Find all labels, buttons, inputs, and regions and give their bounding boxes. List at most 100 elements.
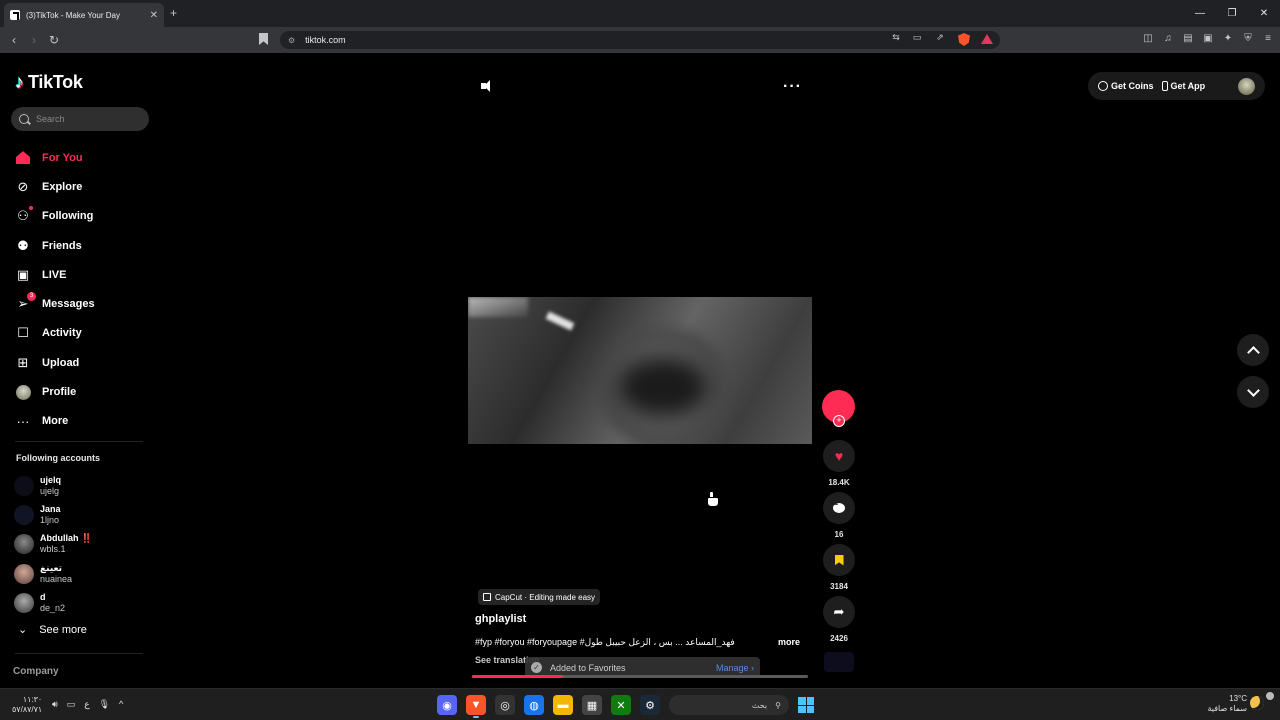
chevron-up-icon [1246, 345, 1260, 359]
avatar [14, 534, 34, 555]
brave-browser-icon[interactable]: ▼ [466, 695, 486, 718]
sidebar-item-live[interactable]: ▣ LIVE [15, 260, 155, 289]
discord-icon[interactable]: ◉ [437, 695, 457, 715]
microphone-icon[interactable]: 🎙︎ [99, 699, 110, 710]
video-player[interactable] [468, 297, 812, 444]
sidebar-item-more[interactable]: ··· More [15, 407, 155, 436]
speaker-icon[interactable]: 🔊︎ [52, 699, 58, 710]
company-link[interactable]: Company [13, 666, 59, 677]
obs-icon[interactable]: ◎ [495, 695, 515, 715]
like-action[interactable]: ♥ 18.4K [823, 440, 855, 487]
following-account-item[interactable]: d de_n2 [14, 588, 92, 617]
media-icon[interactable]: ♫ [1162, 33, 1174, 45]
sidebar-item-profile[interactable]: Profile [15, 377, 155, 406]
tiktok-logo[interactable]: ♪ TikTok [15, 72, 83, 93]
sidebar-item-label: Profile [42, 386, 77, 399]
windows-start-icon[interactable] [798, 697, 814, 713]
video-progress-bar[interactable] [472, 675, 808, 678]
share-action[interactable]: ➦ 2426 [823, 596, 855, 643]
cast-icon[interactable]: ▭ [910, 32, 924, 43]
volume-icon[interactable] [481, 79, 495, 93]
site-info-icon[interactable]: ⚙ [288, 36, 295, 45]
back-icon[interactable]: ‹ [6, 32, 22, 48]
translate-icon[interactable]: ⇆ [889, 32, 903, 43]
sidebar-item-explore[interactable]: ⊘ Explore [15, 172, 155, 201]
browser-tab[interactable]: (3)TikTok - Make Your Day ✕ [4, 3, 164, 27]
steam-icon[interactable]: ⚙ [640, 695, 660, 715]
xbox-icon[interactable]: ✕ [611, 695, 631, 715]
bookmark-icon [834, 554, 844, 566]
following-account-item[interactable]: Abdullah ‼️ wbls.1 [14, 530, 92, 559]
file-explorer-icon[interactable]: ▬ [553, 695, 573, 715]
capcut-anchor[interactable]: CapCut · Editing made easy [478, 589, 601, 605]
network-icon[interactable]: ▭ [67, 699, 76, 710]
taskbar-search[interactable]: بحث ⚲ [669, 695, 789, 715]
capcut-icon [483, 593, 491, 601]
new-tab-button[interactable]: + [170, 6, 177, 20]
avatar [14, 592, 34, 613]
account-name: تعينغ [40, 562, 62, 573]
sidebar-item-friends[interactable]: ⚉ Friends [15, 231, 155, 260]
previous-video-button[interactable] [1237, 334, 1269, 366]
video-author[interactable]: ghplaylist [475, 613, 526, 625]
messages-badge: 3 [27, 292, 36, 302]
leo-ai-icon[interactable]: ✦ [1222, 33, 1234, 45]
forward-icon[interactable]: › [26, 32, 42, 48]
window-controls: — ❐ ✕ [1184, 0, 1280, 27]
sidebar-item-following[interactable]: ⚇ Following [15, 202, 155, 231]
sidebar-item-label: Activity [42, 327, 82, 340]
menu-icon[interactable]: ≡ [1262, 33, 1274, 45]
screenshot-icon[interactable]: ◫ [1142, 33, 1154, 45]
bookmark-icon[interactable] [259, 33, 268, 45]
vpn-icon[interactable]: ⛨ [1242, 33, 1254, 45]
search-input[interactable] [36, 114, 136, 124]
following-account-item[interactable]: Jana 1ljno [14, 500, 92, 529]
sidebar-item-activity[interactable]: ☐ Activity [15, 319, 155, 348]
following-account-item[interactable]: تعينغ nuainea [14, 559, 92, 588]
input-language[interactable]: ع [84, 699, 89, 710]
taskbar-apps: ◉ ▼ ◎ ◍ ▬ ▦ ✕ ⚙ بحث ⚲ [437, 695, 814, 718]
heart-icon: ♥ [834, 448, 844, 464]
following-account-item[interactable]: ujelq ujelg [14, 471, 92, 500]
video-progress-fill [472, 675, 563, 678]
toast-manage-link[interactable]: Manage › [716, 663, 754, 673]
minimize-icon[interactable]: — [1184, 0, 1216, 27]
save-action[interactable]: 3184 [823, 544, 855, 591]
window-close-icon[interactable]: ✕ [1248, 0, 1280, 27]
search-box[interactable] [11, 107, 149, 131]
microsoft-store-icon[interactable]: ▦ [582, 695, 602, 715]
description-more-button[interactable]: more [778, 637, 800, 647]
check-icon: ✓ [531, 662, 542, 673]
share-icon[interactable]: ⇗ [933, 32, 947, 43]
chrome-icon[interactable]: ◍ [524, 695, 544, 715]
brave-rewards-icon[interactable] [981, 34, 993, 44]
get-app-button[interactable]: Get App [1161, 81, 1205, 91]
maximize-icon[interactable]: ❐ [1216, 0, 1248, 27]
see-more-button[interactable]: ⌄ See more [18, 623, 87, 637]
music-disc-icon[interactable] [824, 652, 854, 672]
sidebar-icon[interactable]: ▤ [1182, 33, 1194, 45]
save-button[interactable] [823, 544, 855, 576]
next-video-button[interactable] [1237, 376, 1269, 408]
video-options-icon[interactable]: ··· [783, 78, 802, 96]
comment-button[interactable] [823, 492, 855, 524]
weather-widget[interactable]: 13°C سماء صافية [1207, 694, 1247, 714]
sidebar-item-upload[interactable]: ⊞ Upload [15, 348, 155, 377]
see-more-label: See more [39, 623, 87, 636]
tab-close-icon[interactable]: ✕ [150, 10, 158, 21]
toast-message: Added to Favorites [550, 662, 626, 673]
video-description: #fyp #foryou #foryoupage #فهد_المساعد ..… [475, 637, 735, 647]
share-button[interactable]: ➦ [823, 596, 855, 628]
comment-action[interactable]: 16 [823, 492, 855, 539]
notification-icon[interactable] [1266, 692, 1274, 700]
wallet-icon[interactable]: ▣ [1202, 33, 1214, 45]
get-coins-button[interactable]: Get Coins [1098, 81, 1154, 91]
like-button[interactable]: ♥ [823, 440, 855, 472]
sidebar-item-messages[interactable]: ➢ 3 Messages [15, 289, 155, 318]
follow-plus-icon[interactable]: + [833, 415, 845, 427]
tray-overflow-icon[interactable]: ^ [119, 699, 123, 710]
user-avatar[interactable] [1238, 77, 1255, 95]
reload-icon[interactable]: ↻ [46, 32, 62, 48]
sidebar-item-for-you[interactable]: For You [15, 143, 155, 172]
taskbar-clock[interactable]: ١١:٣٠ ٥٧/٨٧/٧١ [12, 695, 42, 715]
